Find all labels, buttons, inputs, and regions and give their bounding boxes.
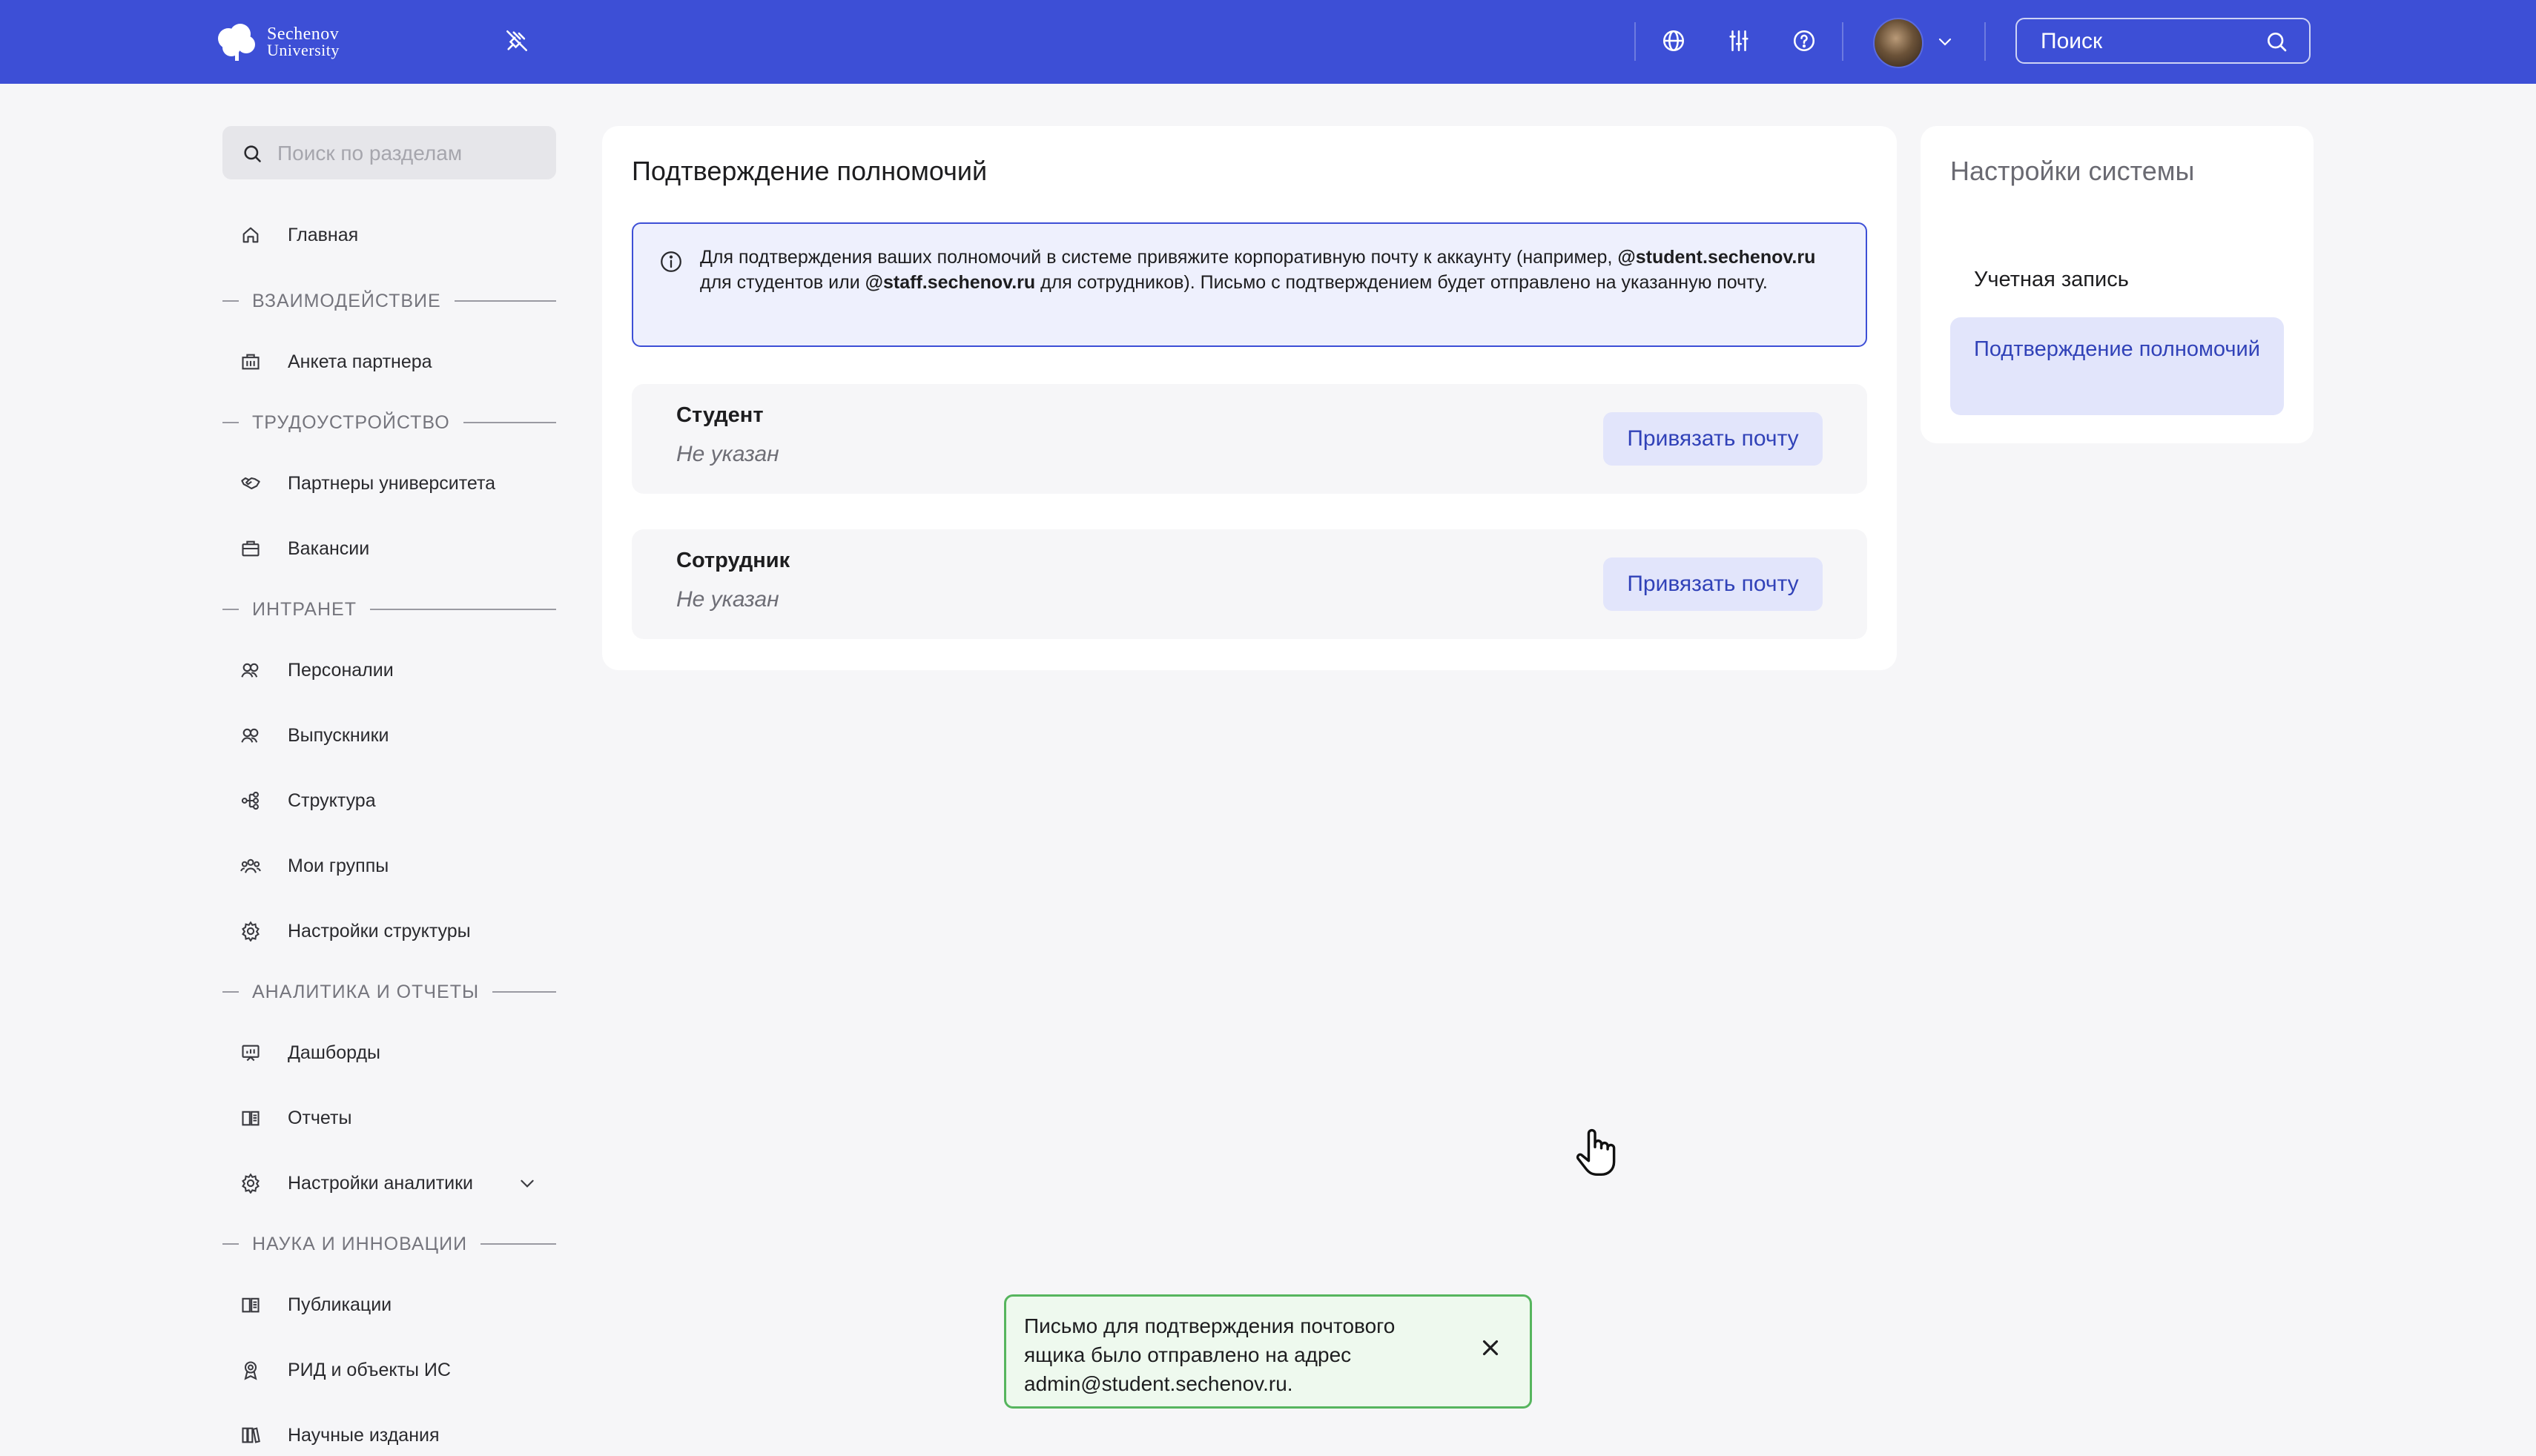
books-icon: [239, 1423, 262, 1447]
book-icon: [239, 1106, 262, 1130]
student-domain: @student.sechenov.ru: [1617, 247, 1816, 268]
row-name: Сотрудник: [676, 549, 790, 572]
settings-link-account[interactable]: Учетная запись: [1950, 252, 2284, 307]
users-icon: [239, 658, 262, 682]
success-toast: Письмо для подтверждения почтового ящика…: [1004, 1294, 1532, 1409]
search-icon: [242, 143, 262, 168]
help-icon[interactable]: [1792, 28, 1817, 57]
system-settings-card: Настройки системы Учетная запись Подтвер…: [1921, 126, 2314, 443]
logo-line2: University: [267, 41, 340, 59]
authority-card: Подтверждение полномочий Для подтвержден…: [602, 126, 1897, 670]
row-value: Не указан: [676, 442, 779, 466]
gear-icon: [239, 1171, 262, 1195]
sidebar-item-alumni[interactable]: Выпускники: [239, 717, 389, 754]
home-icon: [239, 223, 262, 247]
university-logo[interactable]: Sechenov University: [214, 22, 340, 62]
row-value: Не указан: [676, 587, 779, 612]
logo-line1: Sechenov: [267, 24, 340, 44]
sidebar-item-home[interactable]: Главная: [239, 216, 358, 254]
global-search[interactable]: [2015, 18, 2311, 64]
sidebar-item-dashboards[interactable]: Дашборды: [239, 1034, 380, 1071]
sidebar-item-rid[interactable]: РИД и объекты ИС: [239, 1351, 451, 1389]
chevron-down-icon[interactable]: [1934, 33, 1956, 54]
close-icon[interactable]: [1478, 1335, 1503, 1364]
section-intranet: ИНТРАНЕТ: [222, 595, 556, 624]
tree-logo-icon: [218, 24, 255, 61]
pin-off-icon[interactable]: [504, 28, 529, 57]
sidebar-item-structure-settings[interactable]: Настройки структуры: [239, 913, 471, 950]
sidebar-item-reports[interactable]: Отчеты: [239, 1099, 351, 1136]
student-row: Студент Не указан Привязать почту: [632, 384, 1867, 494]
sliders-icon[interactable]: [1726, 28, 1751, 57]
briefcase-icon: [239, 537, 262, 560]
group-icon: [239, 854, 262, 878]
dashboard-icon: [239, 1041, 262, 1065]
settings-link-authority[interactable]: Подтверждение полномочий: [1950, 317, 2284, 415]
section-interaction: ВЗАИМОДЕЙСТВИЕ: [222, 286, 556, 316]
section-search[interactable]: [222, 126, 556, 181]
sidebar-item-publications[interactable]: Публикации: [239, 1286, 392, 1323]
sidebar-item-my-groups[interactable]: Мои группы: [239, 847, 389, 884]
global-search-input[interactable]: [2039, 19, 2265, 64]
sidebar-item-personalities[interactable]: Персоналии: [239, 652, 394, 689]
staff-row: Сотрудник Не указан Привязать почту: [632, 529, 1867, 639]
users-icon: [239, 724, 262, 747]
page-title: Подтверждение полномочий: [632, 156, 988, 186]
header-divider: [1984, 22, 1986, 61]
sidebar-item-vacancies[interactable]: Вакансии: [239, 530, 369, 567]
award-icon: [239, 1358, 262, 1382]
structure-icon: [239, 789, 262, 813]
sidebar-item-partner-form[interactable]: Анкета партнера: [239, 343, 432, 380]
sidebar-item-university-partners[interactable]: Партнеры университета: [239, 465, 495, 502]
toast-message: Письмо для подтверждения почтового ящика…: [1024, 1314, 1396, 1395]
gear-icon: [239, 919, 262, 943]
info-icon: [658, 249, 684, 278]
section-analytics: АНАЛИТИКА И ОТЧЕТЫ: [222, 977, 556, 1007]
header-divider: [1634, 22, 1636, 61]
sidebar-item-structure[interactable]: Структура: [239, 782, 376, 819]
link-email-button-staff[interactable]: Привязать почту: [1603, 557, 1823, 611]
globe-icon[interactable]: [1661, 28, 1686, 57]
header-divider: [1842, 22, 1843, 61]
row-name: Студент: [676, 403, 764, 427]
info-text: Для подтверждения ваших полномочий в сис…: [700, 247, 1816, 293]
section-employment: ТРУДОУСТРОЙСТВО: [222, 408, 556, 437]
section-science: НАУКА И ИННОВАЦИИ: [222, 1229, 556, 1259]
building-icon: [239, 350, 262, 374]
section-search-input[interactable]: [276, 126, 546, 181]
hand-cursor-icon: [1569, 1124, 1621, 1182]
link-email-button-student[interactable]: Привязать почту: [1603, 412, 1823, 466]
top-bar: Sechenov University: [0, 0, 2536, 84]
staff-domain: @staff.sechenov.ru: [865, 272, 1036, 293]
search-icon[interactable]: [2265, 30, 2288, 57]
chevron-down-icon[interactable]: [516, 1174, 538, 1197]
book-icon: [239, 1293, 262, 1317]
sidebar-item-scientific-editions[interactable]: Научные издания: [239, 1417, 440, 1454]
handshake-icon: [239, 471, 262, 495]
user-avatar[interactable]: [1873, 18, 1924, 68]
sidebar-item-analytics-settings[interactable]: Настройки аналитики: [239, 1165, 534, 1202]
info-banner: Для подтверждения ваших полномочий в сис…: [632, 222, 1867, 347]
settings-title: Настройки системы: [1950, 156, 2195, 186]
